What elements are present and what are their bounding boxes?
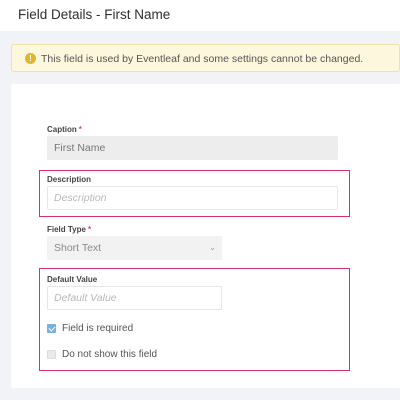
do-not-show-label: Do not show this field: [62, 349, 158, 360]
alert-message: This field is used by Eventleaf and some…: [41, 53, 364, 65]
field-required-checkbox[interactable]: [47, 324, 56, 333]
caption-label-text: Caption: [47, 125, 77, 134]
description-input[interactable]: Description: [47, 186, 338, 210]
field-required-label: Field is required: [62, 323, 134, 334]
required-mark: *: [87, 225, 92, 234]
field-type-select[interactable]: Short Text ⌄: [47, 236, 222, 260]
caption-label: Caption *: [47, 125, 82, 134]
field-type-label-text: Field Type: [47, 225, 86, 234]
caption-field: First Name: [47, 136, 338, 160]
page-title: Field Details - First Name: [18, 7, 171, 22]
chevron-down-icon: ⌄: [209, 243, 216, 252]
info-alert: ! This field is used by Eventleaf and so…: [11, 44, 400, 72]
field-type-value: Short Text: [54, 242, 102, 254]
page-header: Field Details - First Name: [0, 0, 400, 31]
info-icon: !: [25, 53, 36, 64]
do-not-show-checkbox[interactable]: [47, 350, 56, 359]
field-type-label: Field Type *: [47, 225, 91, 234]
default-value-label: Default Value: [47, 275, 98, 284]
description-label: Description: [47, 175, 92, 184]
required-mark: *: [78, 125, 82, 134]
field-details-form: Caption * First Name Description Descript…: [11, 84, 400, 388]
default-value-input[interactable]: Default Value: [47, 286, 222, 310]
field-details-page: Field Details - First Name ! This field …: [0, 0, 400, 400]
